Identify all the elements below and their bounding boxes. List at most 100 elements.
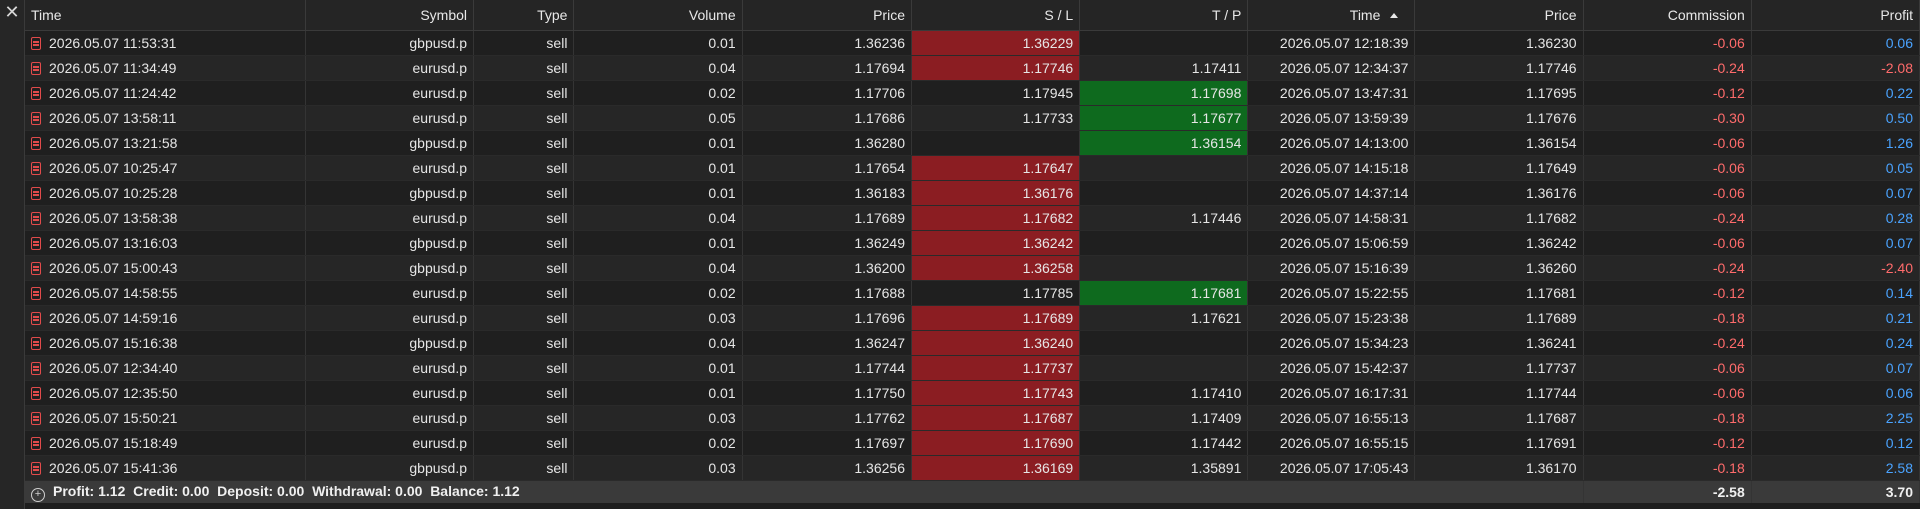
table-row[interactable]: 2026.05.07 11:24:42 eurusd.p sell 0.02 1.177… [25, 80, 1920, 106]
cell-commission: -0.24 [1583, 205, 1752, 231]
cell-profit: 0.28 [1751, 205, 1920, 231]
document-icon [31, 437, 41, 450]
cell-type: sell [473, 205, 575, 231]
table-row[interactable]: 2026.05.07 12:35:50 eurusd.p sell 0.01 1.177… [25, 380, 1920, 406]
cell-time: 2026.05.07 12:35:50 [25, 380, 306, 406]
table-row[interactable]: 2026.05.07 13:58:38 eurusd.p sell 0.04 1.176… [25, 205, 1920, 231]
cell-profit: -2.40 [1751, 255, 1920, 281]
document-icon [31, 187, 41, 200]
table-row[interactable]: 2026.05.07 10:25:47 eurusd.p sell 0.01 1.176… [25, 155, 1920, 181]
cell-time: 2026.05.07 14:59:16 [25, 305, 306, 331]
summary-row: + Profit: 1.12 Credit: 0.00 Deposit: 0.00… [25, 480, 1920, 503]
header-time-label: Time [31, 7, 62, 23]
plus-circle-icon[interactable]: + [31, 487, 45, 502]
cell-commission: -0.06 [1583, 230, 1752, 256]
header-type-label: Type [537, 7, 568, 23]
cell-tp [1079, 355, 1249, 381]
table-row[interactable]: 2026.05.07 15:18:49 eurusd.p sell 0.02 1.176… [25, 430, 1920, 456]
header-symbol[interactable]: Symbol [305, 0, 475, 31]
cell-symbol: eurusd.p [305, 280, 475, 306]
document-icon [31, 462, 41, 475]
cell-profit: 0.06 [1751, 30, 1920, 56]
cell-tp [1079, 155, 1249, 181]
table-row[interactable]: 2026.05.07 13:58:11 eurusd.p sell 0.05 1.176… [25, 105, 1920, 131]
cell-profit-value: 0.07 [1885, 185, 1913, 201]
cell-tp: 1.17410 [1079, 380, 1249, 406]
cell-price: 1.36200 [742, 255, 912, 281]
cell-close-time: 2026.05.07 16:55:15 [1247, 430, 1416, 456]
cell-time-text: 2026.05.07 15:00:43 [49, 260, 178, 276]
cell-price: 1.17688 [742, 280, 912, 306]
document-icon [31, 237, 41, 250]
cell-commission-value: -0.18 [1712, 460, 1745, 476]
table-row[interactable]: 2026.05.07 13:21:58 gbpusd.p sell 0.01 1.362… [25, 130, 1920, 156]
document-icon [31, 62, 41, 75]
document-icon [31, 162, 41, 175]
cell-symbol: eurusd.p [305, 55, 475, 81]
summary-cell: + Profit: 1.12 Credit: 0.00 Deposit: 0.00… [25, 480, 1584, 503]
header-volume[interactable]: Volume [573, 0, 743, 31]
table-row[interactable]: 2026.05.07 14:58:55 eurusd.p sell 0.02 1.176… [25, 280, 1920, 306]
header-profit[interactable]: Profit [1751, 0, 1920, 31]
cell-close-time: 2026.05.07 12:34:37 [1247, 55, 1416, 81]
cell-time-text: 2026.05.07 14:59:16 [49, 310, 178, 326]
close-icon[interactable]: ✕ [4, 3, 20, 21]
cell-commission-value: -0.06 [1712, 385, 1745, 401]
cell-commission: -0.24 [1583, 330, 1752, 356]
cell-time-text: 2026.05.07 15:41:36 [49, 460, 178, 476]
cell-close-price: 1.17681 [1414, 280, 1584, 306]
table-row[interactable]: 2026.05.07 15:00:43 gbpusd.p sell 0.04 1.362… [25, 255, 1920, 281]
cell-profit: 0.07 [1751, 180, 1920, 206]
cell-sl: 1.17743 [911, 380, 1081, 406]
cell-commission-value: -0.24 [1712, 210, 1745, 226]
header-commission[interactable]: Commission [1583, 0, 1752, 31]
cell-sl: 1.17737 [911, 355, 1081, 381]
cell-close-price: 1.17691 [1414, 430, 1584, 456]
header-close-price[interactable]: Price [1414, 0, 1584, 31]
cell-price: 1.36236 [742, 30, 912, 56]
header-close-time[interactable]: Time [1247, 0, 1416, 31]
cell-profit: 0.21 [1751, 305, 1920, 331]
cell-sl: 1.36242 [911, 230, 1081, 256]
table-row[interactable]: 2026.05.07 12:34:40 eurusd.p sell 0.01 1.177… [25, 355, 1920, 381]
table-row[interactable]: 2026.05.07 11:34:49 eurusd.p sell 0.04 1.176… [25, 55, 1920, 81]
cell-price: 1.17697 [742, 430, 912, 456]
cell-price: 1.17689 [742, 205, 912, 231]
header-type[interactable]: Type [473, 0, 575, 31]
table-row[interactable]: 2026.05.07 15:16:38 gbpusd.p sell 0.04 1.362… [25, 330, 1920, 356]
cell-close-price: 1.36170 [1414, 455, 1584, 481]
cell-time-text: 2026.05.07 12:34:40 [49, 360, 178, 376]
cell-sl [911, 130, 1081, 156]
table-row[interactable]: 2026.05.07 11:53:31 gbpusd.p sell 0.01 1.362… [25, 30, 1920, 56]
cell-profit: 0.12 [1751, 430, 1920, 456]
header-price[interactable]: Price [742, 0, 912, 31]
cell-profit: 2.25 [1751, 405, 1920, 431]
table-row[interactable]: 2026.05.07 13:16:03 gbpusd.p sell 0.01 1.362… [25, 230, 1920, 256]
cell-sl: 1.17733 [911, 105, 1081, 131]
cell-close-price: 1.36154 [1414, 130, 1584, 156]
cell-time-text: 2026.05.07 10:25:47 [49, 160, 178, 176]
cell-sl: 1.17682 [911, 205, 1081, 231]
table-row[interactable]: 2026.05.07 15:50:21 eurusd.p sell 0.03 1.177… [25, 405, 1920, 431]
cell-volume: 0.01 [573, 355, 743, 381]
cell-volume: 0.01 [573, 180, 743, 206]
header-time[interactable]: Time [25, 0, 306, 31]
cell-price: 1.17696 [742, 305, 912, 331]
header-sl[interactable]: S / L [911, 0, 1081, 31]
cell-profit: 0.22 [1751, 80, 1920, 106]
cell-close-time: 2026.05.07 15:42:37 [1247, 355, 1416, 381]
table-row[interactable]: 2026.05.07 14:59:16 eurusd.p sell 0.03 1.176… [25, 305, 1920, 331]
header-close-time-label: Time [1349, 7, 1381, 23]
cell-commission-value: -0.12 [1712, 435, 1745, 451]
cell-tp [1079, 180, 1249, 206]
cell-commission-value: -0.18 [1712, 310, 1745, 326]
cell-symbol: gbpusd.p [305, 255, 475, 281]
cell-time: 2026.05.07 13:21:58 [25, 130, 306, 156]
table-row[interactable]: 2026.05.07 15:41:36 gbpusd.p sell 0.03 1.362… [25, 455, 1920, 481]
header-tp[interactable]: T / P [1079, 0, 1249, 31]
cell-volume: 0.03 [573, 305, 743, 331]
table-row[interactable]: 2026.05.07 10:25:28 gbpusd.p sell 0.01 1.361… [25, 180, 1920, 206]
document-icon [31, 387, 41, 400]
cell-time-text: 2026.05.07 13:58:38 [49, 210, 178, 226]
cell-close-price: 1.36242 [1414, 230, 1584, 256]
